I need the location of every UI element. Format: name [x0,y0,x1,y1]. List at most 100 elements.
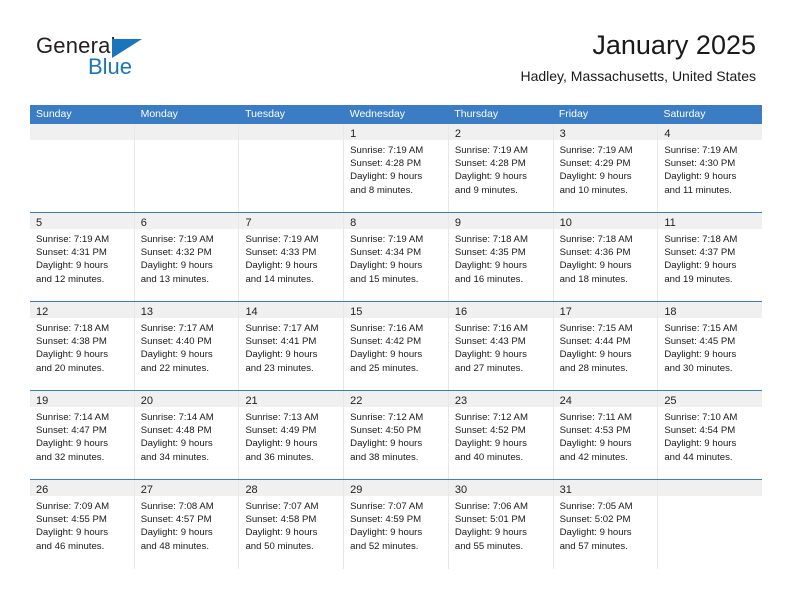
daylight-text: Daylight: 9 hours [36,349,108,361]
daylight-text: and 55 minutes. [454,540,524,552]
day-number-band: 5 [30,213,134,229]
day-cell-24[interactable]: 24 Sunrise: 7:11 AM Sunset: 4:53 PM Dayligh… [553,391,659,479]
calendar-week-row: 1 Sunrise: 7:19 AM Sunset: 4:28 PM Daylight… [30,124,763,213]
daylight-text: and 22 minutes. [140,362,209,374]
sunset-text: Sunset: 4:45 PM [664,336,736,348]
day-number: 20 [140,395,153,407]
day-cell-25[interactable]: 25 Sunrise: 7:10 AM Sunset: 4:54 PM Dayligh… [658,391,763,479]
day-number-band: 3 [553,124,658,140]
day-cell-8[interactable]: 8 Sunrise: 7:19 AM Sunset: 4:34 PM Daylight… [344,213,449,301]
daylight-text: and 11 minutes. [664,184,732,196]
day-number-band: 18 [658,302,763,318]
day-cell-22[interactable]: 22 Sunrise: 7:12 AM Sunset: 4:50 PM Dayligh… [344,391,449,479]
day-cell-28[interactable]: 28 Sunrise: 7:07 AM Sunset: 4:58 PM Dayligh… [239,480,345,569]
day-number: 9 [454,217,461,229]
day-cell-31[interactable]: 31 Sunrise: 7:05 AM Sunset: 5:02 PM Dayligh… [553,480,659,569]
day-number-band: 1 [344,124,448,140]
daylight-text: and 52 minutes. [350,540,419,552]
day-cell-10[interactable]: 10 Sunrise: 7:18 AM Sunset: 4:36 PM Dayligh… [553,213,659,301]
day-cell-2[interactable]: 2 Sunrise: 7:19 AM Sunset: 4:28 PM Daylight… [448,124,554,212]
daylight-text: Daylight: 9 hours [559,349,632,361]
day-cell-12[interactable]: 12 Sunrise: 7:18 AM Sunset: 4:38 PM Dayligh… [30,302,135,390]
day-number-band: 25 [658,391,763,407]
sunset-text: Sunset: 4:58 PM [245,514,317,526]
calendar-week-row: 12 Sunrise: 7:18 AM Sunset: 4:38 PM Dayligh… [30,302,763,391]
sunrise-text: Sunrise: 7:05 AM [559,501,633,512]
daylight-text: Daylight: 9 hours [350,438,423,450]
day-cell-3[interactable]: 3 Sunrise: 7:19 AM Sunset: 4:29 PM Daylight… [553,124,659,212]
daylight-text: and 46 minutes. [36,540,105,552]
day-number: 13 [140,306,153,318]
day-cell-21[interactable]: 21 Sunrise: 7:13 AM Sunset: 4:49 PM Dayligh… [239,391,345,479]
weekday-header-row: Sunday Monday Tuesday Wednesday Thursday Frid… [30,105,762,124]
sunrise-text: Sunrise: 7:18 AM [36,323,110,334]
day-details: Sunrise: 7:12 AM Sunset: 4:52 PM Daylight:… [448,407,553,478]
day-cell-30[interactable]: 30 Sunrise: 7:06 AM Sunset: 5:01 PM Dayligh… [448,480,554,569]
day-cell-18[interactable]: 18 Sunrise: 7:15 AM Sunset: 4:45 PM Dayligh… [658,302,763,390]
sunset-text: Sunset: 4:32 PM [140,247,212,259]
day-details: Sunrise: 7:11 AM Sunset: 4:53 PM Daylight:… [553,407,658,478]
day-number-band: 14 [239,302,344,318]
daylight-text: and 30 minutes. [664,362,733,374]
sunset-text: Sunset: 4:57 PM [140,514,212,526]
day-cell-13[interactable]: 13 Sunrise: 7:17 AM Sunset: 4:40 PM Dayligh… [134,302,240,390]
sunset-text: Sunset: 4:30 PM [664,158,736,170]
day-number: 5 [36,217,43,229]
day-cell-29[interactable]: 29 Sunrise: 7:07 AM Sunset: 4:59 PM Dayligh… [344,480,449,569]
day-cell-19[interactable]: 19 Sunrise: 7:14 AM Sunset: 4:47 PM Dayligh… [30,391,135,479]
sunrise-text: Sunrise: 7:16 AM [454,323,528,334]
daylight-text: and 16 minutes. [454,273,524,285]
day-details: Sunrise: 7:18 AM Sunset: 4:38 PM Daylight:… [30,318,134,389]
day-number-band: 22 [344,391,448,407]
sunset-text: Sunset: 4:33 PM [245,247,317,259]
daylight-text: and 42 minutes. [559,451,628,463]
sunrise-text: Sunrise: 7:18 AM [664,234,738,245]
day-cell-6[interactable]: 6 Sunrise: 7:19 AM Sunset: 4:32 PM Daylight… [134,213,240,301]
day-cell-17[interactable]: 17 Sunrise: 7:15 AM Sunset: 4:44 PM Dayligh… [553,302,659,390]
sunrise-text: Sunrise: 7:19 AM [245,234,319,245]
day-details: Sunrise: 7:07 AM Sunset: 4:59 PM Daylight:… [344,496,448,567]
day-details: Sunrise: 7:15 AM Sunset: 4:45 PM Daylight:… [658,318,763,389]
weekday-header-sunday: Sunday [36,108,72,120]
day-cell-11[interactable]: 11 Sunrise: 7:18 AM Sunset: 4:37 PM Dayligh… [658,213,763,301]
weekday-header-saturday: Saturday [663,108,706,120]
day-cell-14[interactable]: 14 Sunrise: 7:17 AM Sunset: 4:41 PM Dayligh… [239,302,345,390]
day-details: Sunrise: 7:19 AM Sunset: 4:34 PM Daylight:… [344,229,448,300]
day-cell-5[interactable]: 5 Sunrise: 7:19 AM Sunset: 4:31 PM Daylight… [30,213,135,301]
day-cell-9[interactable]: 9 Sunrise: 7:18 AM Sunset: 4:35 PM Daylight… [448,213,554,301]
day-cell-4[interactable]: 4 Sunrise: 7:19 AM Sunset: 4:30 PM Daylight… [658,124,763,212]
day-number: 28 [245,484,258,496]
day-cell-1[interactable]: 1 Sunrise: 7:19 AM Sunset: 4:28 PM Daylight… [344,124,449,212]
day-cell-20[interactable]: 20 Sunrise: 7:14 AM Sunset: 4:48 PM Dayligh… [134,391,240,479]
day-number: 14 [245,306,258,318]
day-cell-27[interactable]: 27 Sunrise: 7:08 AM Sunset: 4:57 PM Dayligh… [134,480,240,569]
day-number: 30 [454,484,468,496]
day-cell-empty [30,124,135,212]
day-details: Sunrise: 7:18 AM Sunset: 4:35 PM Daylight:… [448,229,553,300]
daylight-text: Daylight: 9 hours [36,260,108,272]
sunrise-text: Sunrise: 7:18 AM [454,234,528,245]
daylight-text: and 57 minutes. [559,540,628,552]
page-header: General Blue January 2025 Hadley, Massac… [36,28,756,100]
day-cell-15[interactable]: 15 Sunrise: 7:16 AM Sunset: 4:42 PM Dayligh… [344,302,449,390]
day-cell-7[interactable]: 7 Sunrise: 7:19 AM Sunset: 4:33 PM Daylight… [239,213,345,301]
daylight-text: Daylight: 9 hours [454,438,527,450]
day-details: Sunrise: 7:07 AM Sunset: 4:58 PM Daylight:… [239,496,344,567]
daylight-text: Daylight: 9 hours [559,438,632,450]
day-details: Sunrise: 7:14 AM Sunset: 4:48 PM Daylight:… [134,407,239,478]
daylight-text: Daylight: 9 hours [245,527,318,539]
day-cell-16[interactable]: 16 Sunrise: 7:16 AM Sunset: 4:43 PM Dayligh… [448,302,554,390]
sunrise-text: Sunrise: 7:19 AM [36,234,110,245]
day-number-band: 4 [658,124,763,140]
day-number-band: 8 [344,213,448,229]
general-blue-logo[interactable]: General Blue [36,33,236,93]
day-number-band: 12 [30,302,134,318]
day-cell-26[interactable]: 26 Sunrise: 7:09 AM Sunset: 4:55 PM Dayligh… [30,480,135,569]
day-number-band: 30 [448,480,553,496]
day-number-band: 9 [448,213,553,229]
sunrise-text: Sunrise: 7:15 AM [664,323,738,334]
day-details: Sunrise: 7:19 AM Sunset: 4:29 PM Daylight:… [553,140,658,211]
daylight-text: Daylight: 9 hours [664,349,737,361]
day-cell-23[interactable]: 23 Sunrise: 7:12 AM Sunset: 4:52 PM Dayligh… [448,391,554,479]
daylight-text: and 40 minutes. [454,451,524,463]
